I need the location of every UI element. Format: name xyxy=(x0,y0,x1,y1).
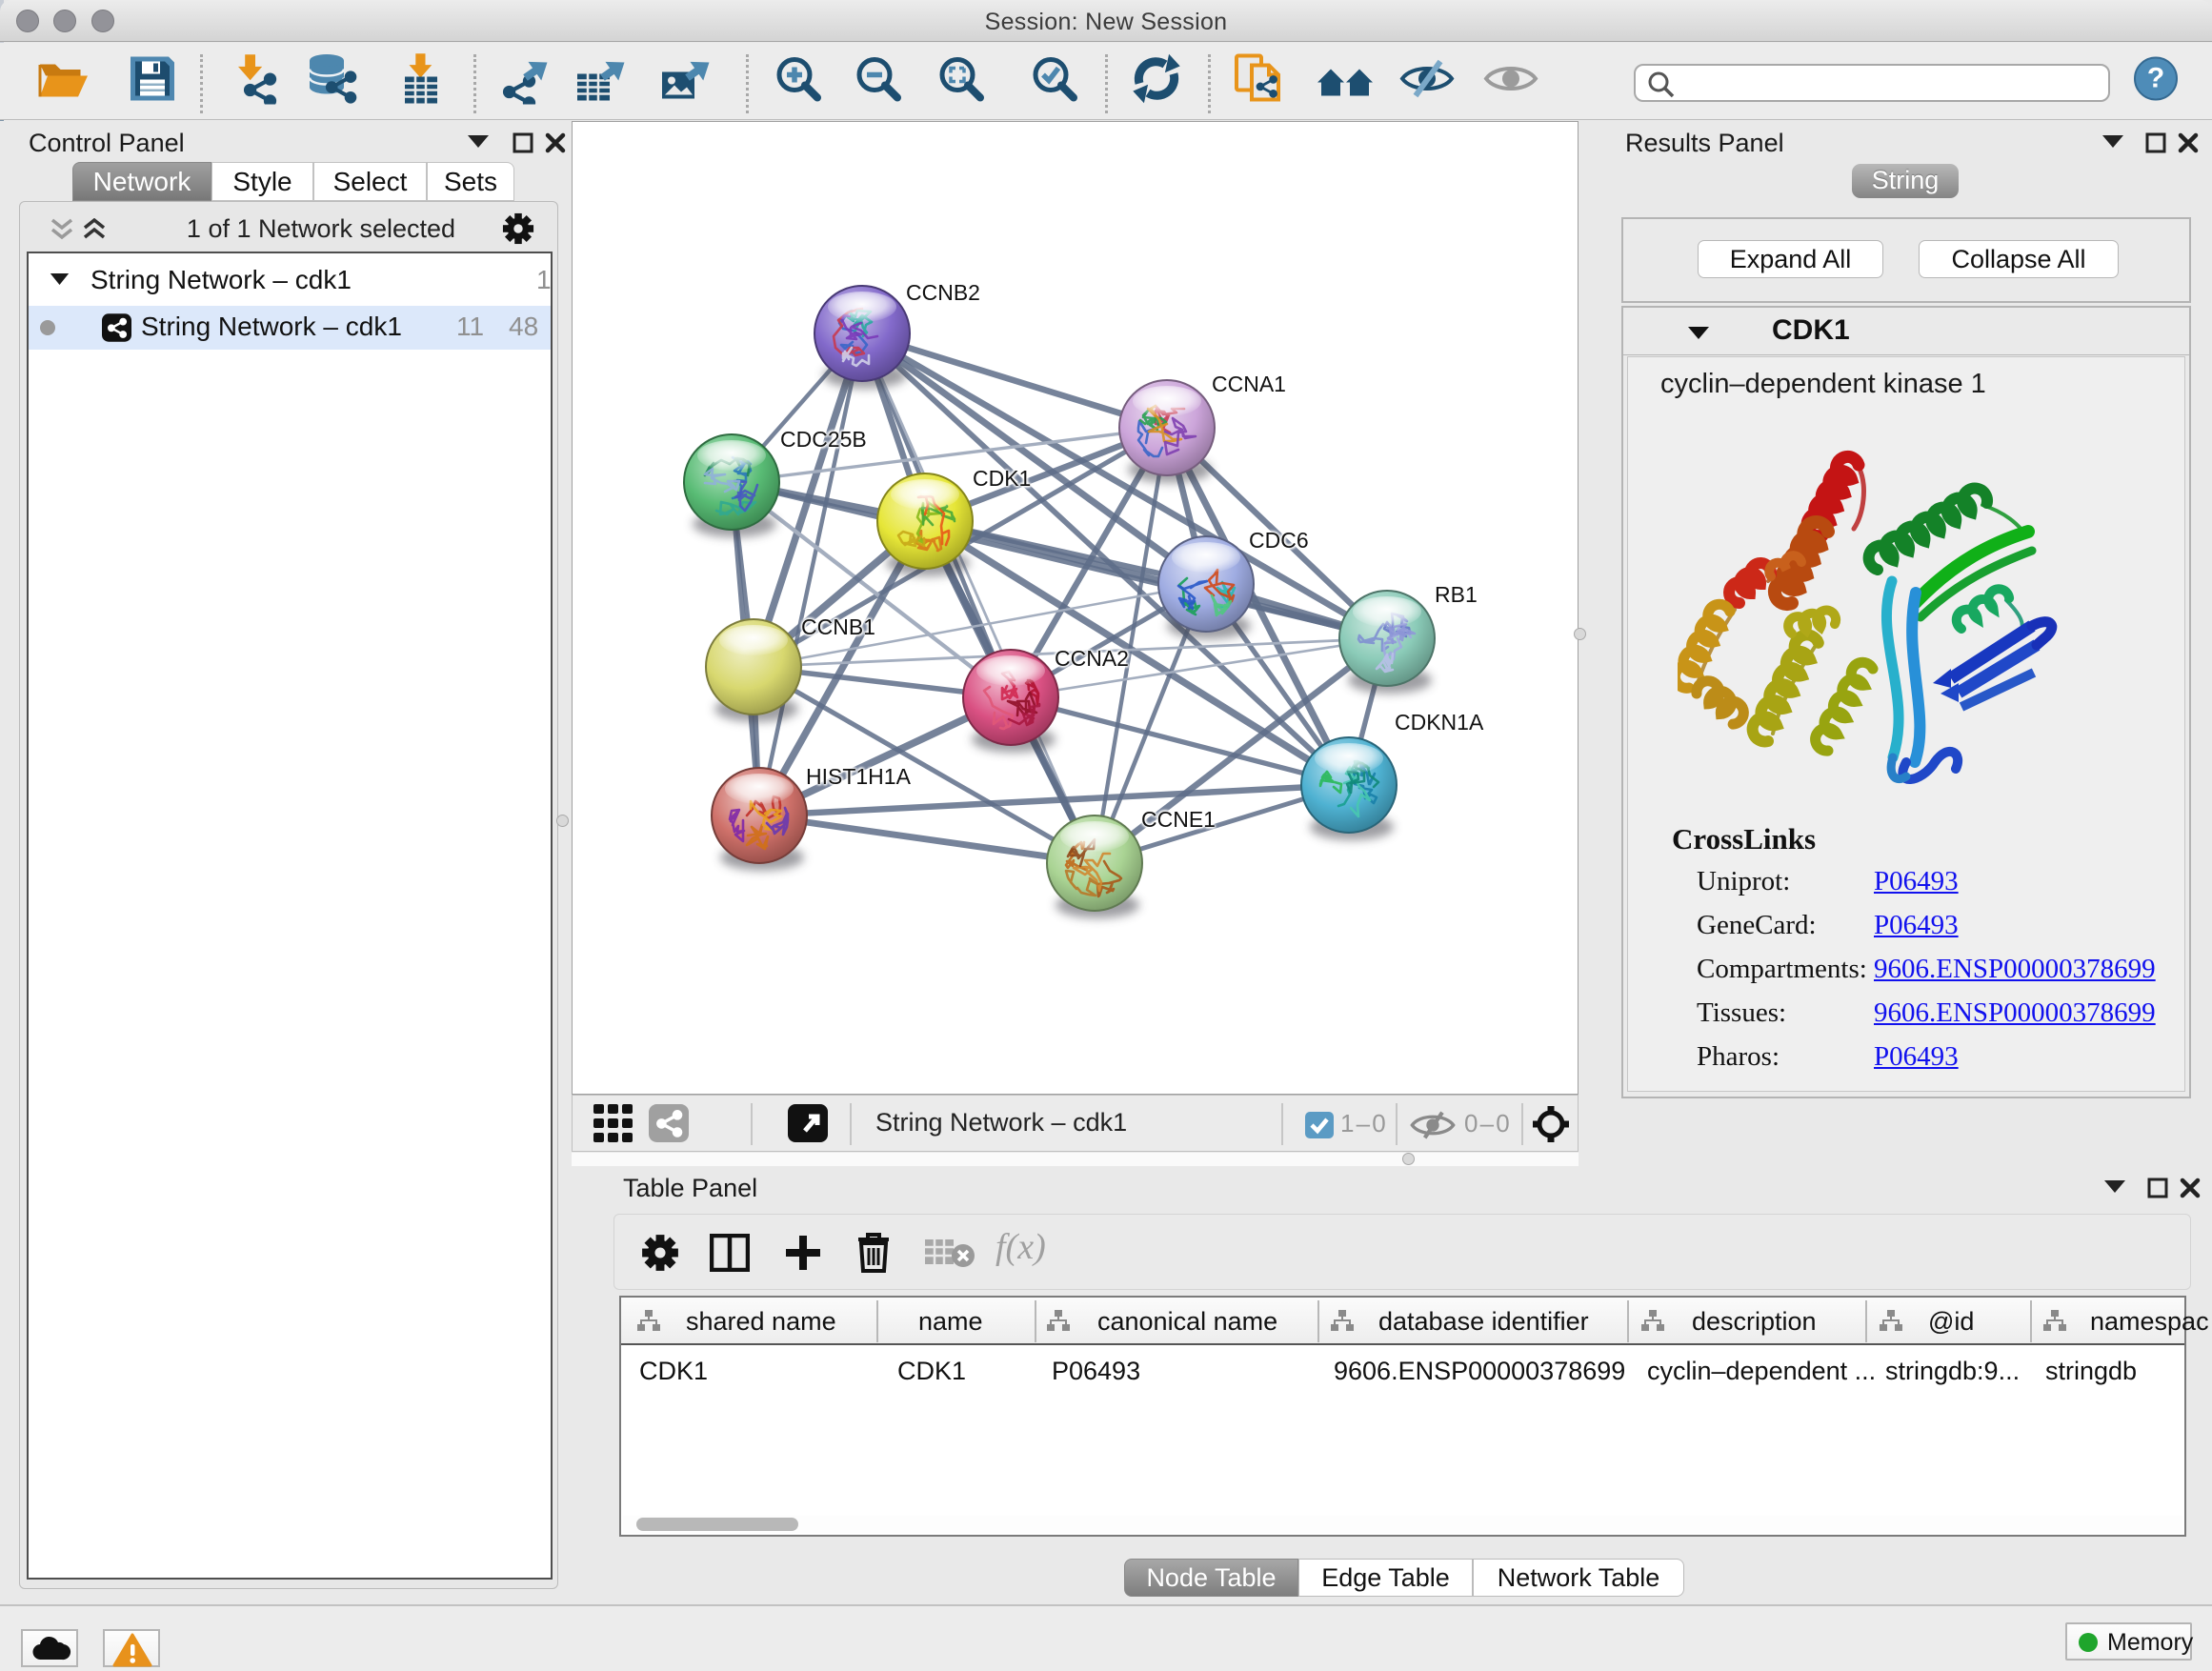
svg-text:?: ? xyxy=(2147,63,2164,94)
